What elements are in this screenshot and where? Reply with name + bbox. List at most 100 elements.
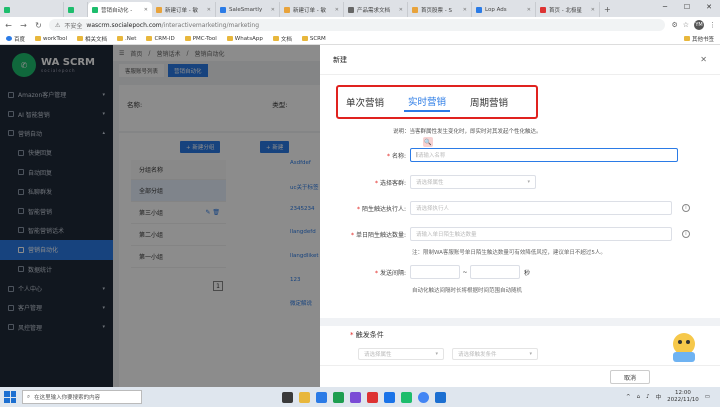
audience-select[interactable]: 请选择属性 ▾ xyxy=(410,175,536,189)
site-favicon-icon xyxy=(476,6,482,13)
forward-icon[interactable]: → xyxy=(19,21,28,30)
audience-label: * 选择客群: xyxy=(375,179,406,187)
daily-count-input[interactable]: 请输入单日陌生触达数量 xyxy=(410,227,672,241)
windows-start-icon[interactable] xyxy=(4,391,16,403)
drawer-title: 新建 xyxy=(333,55,347,64)
folder-icon xyxy=(226,36,233,41)
bookmark-item[interactable]: 相关文档 xyxy=(77,35,107,43)
windows-taskbar: ⌕ 在这里输入你要搜索的内容 ^ ⌂ ♪ 中 12:00 2022/11/10 … xyxy=(0,387,720,407)
browser-tab-active[interactable]: 营销自动化 - ✕ xyxy=(88,2,152,17)
chevron-down-icon: ▾ xyxy=(529,351,532,357)
whatsapp-icon[interactable] xyxy=(401,391,412,403)
bookmark-item[interactable]: workTool xyxy=(35,36,67,42)
file-explorer-icon[interactable] xyxy=(299,391,310,403)
app-icon[interactable] xyxy=(367,391,378,403)
form-row-audience: * 选择客群: 请选择属性 ▾ xyxy=(320,175,720,189)
bookmark-item[interactable]: WhatsApp xyxy=(226,36,263,42)
tab-close-icon[interactable]: ✕ xyxy=(335,7,339,13)
trigger-attr-select[interactable]: 请选择属性 ▾ xyxy=(358,348,444,360)
app-icon[interactable] xyxy=(333,391,344,403)
browser-tab[interactable] xyxy=(0,2,64,17)
new-marketing-drawer: 新建 ✕ 单次营销 实时营销 周期营销 说明：当客群属性发生变化时，即实时对其发… xyxy=(320,45,720,387)
url-field[interactable]: ⚠ 不安全 wascrm.socialepoch.com/interactive… xyxy=(49,19,666,31)
extension-icon[interactable]: ⚙ xyxy=(671,21,677,29)
tab-close-icon[interactable]: ✕ xyxy=(463,7,467,13)
taskbar-search-input[interactable]: ⌕ 在这里输入你要搜索的内容 xyxy=(22,390,142,404)
bookmark-item[interactable]: PMC-Tool xyxy=(184,36,217,42)
info-icon[interactable]: i xyxy=(682,230,690,238)
interval-note: 自动化触达间隔时长将根据时间范围自动随机 xyxy=(412,288,523,294)
browser-tab[interactable]: Lop Ads ✕ xyxy=(472,2,536,17)
tab-single-marketing[interactable]: 单次营销 xyxy=(346,93,384,111)
task-view-icon[interactable] xyxy=(282,391,293,403)
new-tab-button[interactable]: + xyxy=(600,2,615,17)
browser-menu-icon[interactable]: ⋮ xyxy=(709,21,716,29)
maximize-icon[interactable]: ☐ xyxy=(676,0,698,17)
back-icon[interactable]: ← xyxy=(4,21,13,30)
browser-tab[interactable]: 首页股票 - S ✕ xyxy=(408,2,472,17)
system-tray: ^ ⌂ ♪ 中 12:00 2022/11/10 ▭ xyxy=(626,390,720,404)
not-secure-icon: ⚠ xyxy=(55,21,61,29)
bookmark-item[interactable]: SCRM xyxy=(301,36,326,42)
folder-icon xyxy=(683,36,690,41)
tab-close-icon[interactable]: ✕ xyxy=(207,7,211,13)
close-icon[interactable]: ✕ xyxy=(700,55,707,64)
bookmarks-bar: 百度 workTool 相关文档 .Net CRM-ID PMC-Tool Wh… xyxy=(0,33,720,45)
tab-close-icon[interactable]: ✕ xyxy=(144,7,148,13)
reload-icon[interactable]: ↻ xyxy=(34,21,43,30)
tab-periodic-marketing[interactable]: 周期营销 xyxy=(470,93,508,111)
name-input[interactable]: | 请输入名称 xyxy=(410,148,678,162)
daily-count-label: * 单日陌生触达数量: xyxy=(351,231,406,239)
browser-tab[interactable]: 产品需求文档 ✕ xyxy=(344,2,408,17)
app-icon[interactable] xyxy=(384,391,395,403)
browser-tab[interactable] xyxy=(64,2,88,17)
notification-icon[interactable]: ▭ xyxy=(705,394,710,400)
app-icon[interactable] xyxy=(316,391,327,403)
chevron-down-icon: ▾ xyxy=(527,179,530,185)
close-window-icon[interactable]: ✕ xyxy=(698,0,720,17)
other-bookmarks[interactable]: 其他书签 xyxy=(683,35,714,43)
app-icon[interactable] xyxy=(435,391,446,403)
chevron-up-icon[interactable]: ^ xyxy=(626,394,631,400)
volume-icon[interactable]: ♪ xyxy=(646,394,650,400)
search-icon[interactable]: 🔍 xyxy=(423,137,433,147)
browser-tab[interactable]: 首页 - 北极星 ✕ xyxy=(536,2,600,17)
folder-icon xyxy=(35,36,42,41)
interval-min-input[interactable] xyxy=(410,265,460,279)
tab-close-icon[interactable]: ✕ xyxy=(527,7,531,13)
tab-close-icon[interactable]: ✕ xyxy=(591,7,595,13)
section-divider xyxy=(320,318,720,326)
modal-dim-overlay[interactable] xyxy=(113,45,320,387)
clock[interactable]: 12:00 2022/11/10 xyxy=(667,390,699,404)
mascot-icon[interactable] xyxy=(665,330,703,364)
interval-max-input[interactable] xyxy=(470,265,520,279)
trigger-condition-select[interactable]: 请选择触发条件 ▾ xyxy=(452,348,538,360)
tab-realtime-marketing[interactable]: 实时营销 xyxy=(404,92,451,112)
bookmark-item[interactable]: 文档 xyxy=(272,35,292,43)
input-language[interactable]: 中 xyxy=(656,393,662,401)
site-favicon-icon xyxy=(220,6,226,13)
description-text: 说明：当客群属性发生变化时，即实时对其发起个性化触达。 xyxy=(393,129,542,135)
minimize-icon[interactable]: ─ xyxy=(654,0,676,17)
profile-avatar[interactable]: YM xyxy=(694,20,704,30)
tab-close-icon[interactable]: ✕ xyxy=(399,7,403,13)
info-icon[interactable]: i xyxy=(682,204,690,212)
executor-select[interactable]: 请选择执行人 xyxy=(410,201,672,215)
network-icon[interactable]: ⌂ xyxy=(637,394,641,400)
browser-tab[interactable]: 新建订单 - 敏 ✕ xyxy=(152,2,216,17)
bookmark-star-icon[interactable]: ☆ xyxy=(683,21,689,29)
browser-tab[interactable]: SaleSmartly ✕ xyxy=(216,2,280,17)
window-controls: ─ ☐ ✕ xyxy=(654,0,720,17)
bookmark-item[interactable]: .Net xyxy=(117,36,136,42)
tab-close-icon[interactable]: ✕ xyxy=(271,7,275,13)
folder-icon xyxy=(146,36,153,41)
url-text: wascrm.socialepoch.com/interactivemarket… xyxy=(86,21,260,29)
bookmark-item[interactable]: CRM-ID xyxy=(146,36,175,42)
interval-label: * 发送间隔: xyxy=(375,269,406,277)
chrome-icon[interactable] xyxy=(418,391,429,403)
cancel-button[interactable]: 取消 xyxy=(610,370,650,384)
app-icon[interactable] xyxy=(350,391,361,403)
bookmark-item[interactable]: 百度 xyxy=(6,35,25,43)
browser-tab[interactable]: 新建订单 - 敏 ✕ xyxy=(280,2,344,17)
sidebar-dim-overlay xyxy=(0,45,113,387)
